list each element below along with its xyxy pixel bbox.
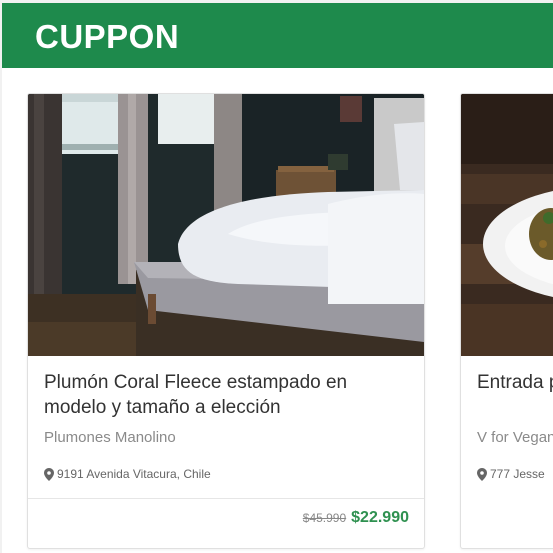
map-pin-icon bbox=[44, 467, 54, 481]
deal-location: 9191 Avenida Vitacura, Chile bbox=[44, 467, 211, 481]
brand-logo[interactable]: CUPPON bbox=[35, 17, 179, 57]
location-text: 777 Jesse bbox=[490, 467, 545, 481]
merchant-name: Plumones Manolino bbox=[44, 429, 176, 446]
discount-price: $22.990 bbox=[351, 509, 409, 526]
map-pin-icon bbox=[477, 467, 487, 481]
location-text: 9191 Avenida Vitacura, Chile bbox=[57, 467, 211, 481]
top-navbar: CUPPON bbox=[2, 3, 553, 68]
deal-title[interactable]: Plumón Coral Fleece estampado en modelo … bbox=[44, 370, 412, 420]
bedroom-photo[interactable] bbox=[28, 94, 424, 356]
deal-card[interactable]: Entrada p + postres V for Vegan 777 Jess… bbox=[460, 93, 553, 549]
price-block: $45.990 $22.990 bbox=[303, 509, 409, 527]
deal-title[interactable]: Entrada p + postres bbox=[477, 370, 553, 395]
merchant-name: V for Vegan bbox=[477, 429, 553, 446]
deal-location: 777 Jesse bbox=[477, 467, 545, 481]
card-divider bbox=[28, 498, 424, 499]
deal-card[interactable]: Plumón Coral Fleece estampado en modelo … bbox=[27, 93, 425, 549]
food-photo[interactable] bbox=[461, 94, 553, 356]
original-price: $45.990 bbox=[302, 511, 347, 525]
deals-grid: Plumón Coral Fleece estampado en modelo … bbox=[2, 68, 553, 553]
